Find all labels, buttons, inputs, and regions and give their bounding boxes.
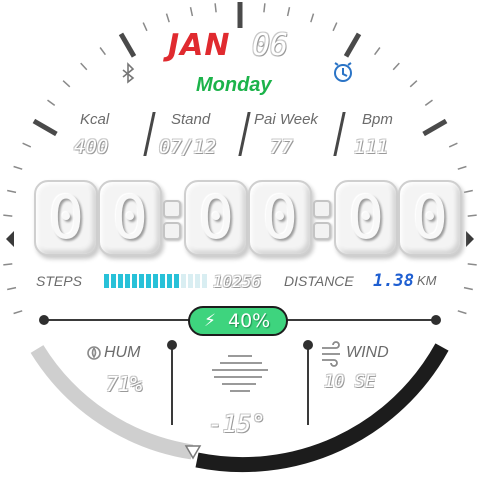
dial-minor-tick — [22, 142, 32, 148]
steps-progress-segment — [202, 274, 207, 288]
dial-minor-tick — [467, 214, 477, 217]
steps-progress-segment — [167, 274, 172, 288]
dial-major-tick — [118, 32, 137, 58]
dial-minor-tick — [13, 310, 23, 315]
left-arc-indicator — [30, 345, 194, 460]
dial-minor-tick — [3, 214, 13, 217]
dial-minor-tick — [457, 165, 467, 170]
wind-icon — [322, 341, 340, 367]
steps-progress-segment — [139, 274, 144, 288]
dial-major-tick — [422, 118, 448, 137]
wind-divider-dot — [303, 340, 313, 350]
humidity-icon — [87, 346, 101, 360]
dial-minor-tick — [286, 7, 291, 17]
lightning-icon: ⚡ — [204, 311, 216, 331]
dial-minor-tick — [424, 99, 433, 107]
humidity-value: 71% — [106, 372, 143, 396]
dial-minor-tick — [165, 13, 170, 23]
date-month: JAN — [168, 28, 231, 63]
steps-progress-segment — [174, 274, 179, 288]
dial-minor-tick — [99, 47, 107, 56]
dial-minor-tick — [310, 13, 315, 23]
time-colon-dot — [163, 200, 181, 218]
left-arrow-icon — [6, 231, 14, 247]
distance-label: DISTANCE — [284, 273, 354, 289]
stat-label-pai-week: Pai Week — [254, 111, 318, 128]
steps-progress-segment — [146, 274, 151, 288]
dial-minor-tick — [214, 3, 217, 13]
dial-minor-tick — [263, 3, 266, 13]
distance-unit: KM — [417, 273, 437, 288]
steps-progress-segment — [111, 274, 116, 288]
stat-value-bpm: 111 — [354, 136, 389, 158]
date-day: 06 — [252, 28, 289, 63]
steps-progress-segment — [118, 274, 123, 288]
steps-progress-segment — [160, 274, 165, 288]
dial-minor-tick — [457, 310, 467, 315]
temperature-value: -15° — [208, 410, 266, 438]
dial-minor-tick — [13, 165, 23, 170]
dial-minor-tick — [332, 22, 338, 32]
time-colon-dot — [313, 222, 331, 240]
time-seconds-digit-1: 0 — [334, 180, 398, 256]
dial-major-tick — [343, 32, 362, 58]
distance-value: 1.38 — [373, 271, 414, 291]
alarm-clock-icon — [334, 62, 352, 82]
dial-minor-tick — [189, 7, 194, 17]
dial-minor-tick — [463, 189, 473, 194]
dial-minor-tick — [463, 286, 473, 291]
date-weekday: Monday — [196, 74, 272, 96]
dial-minor-tick — [7, 286, 17, 291]
bottom-right-arc-indicator — [195, 343, 449, 473]
time-colon-dot — [163, 222, 181, 240]
steps-progress-segment — [181, 274, 186, 288]
humidity-label: HUM — [104, 344, 141, 361]
dial-minor-tick — [80, 62, 88, 71]
time-hours-digit-2: 0 — [98, 180, 162, 256]
dial-minor-tick — [467, 263, 477, 266]
wind-value: 10 SE — [324, 372, 376, 392]
weather-fog-icon — [212, 355, 268, 392]
steps-progress-segment — [132, 274, 137, 288]
steps-progress-segment — [125, 274, 130, 288]
time-seconds-digit-2: 0 — [398, 180, 462, 256]
hum-divider-dot — [167, 340, 177, 350]
steps-value: 10256 — [213, 272, 262, 291]
steps-progress-segment — [195, 274, 200, 288]
dial-minor-tick — [373, 47, 381, 56]
time-hours-digit-1: 0 — [34, 180, 98, 256]
dial-minor-tick — [142, 22, 148, 32]
divider-right-dot — [431, 315, 441, 325]
stat-label-bpm: Bpm — [362, 111, 393, 128]
steps-progress-segment — [104, 274, 109, 288]
stat-value-kcal: 400 — [74, 136, 109, 158]
battery-percent: 40% — [228, 310, 271, 332]
steps-progress-segment — [188, 274, 193, 288]
stat-value-pai-week: 77 — [270, 136, 293, 158]
dial-minor-tick — [409, 80, 418, 88]
dial-minor-tick — [392, 62, 400, 71]
time-minutes-digit-2: 0 — [248, 180, 312, 256]
dial-major-tick — [32, 118, 58, 137]
right-arrow-icon — [466, 231, 474, 247]
dial-minor-tick — [47, 99, 56, 107]
dial-minor-tick — [448, 142, 458, 148]
stat-label-stand: Stand — [171, 111, 211, 128]
divider-left-dot — [39, 315, 49, 325]
steps-progress-segment — [153, 274, 158, 288]
time-minutes-digit-1: 0 — [184, 180, 248, 256]
bluetooth-icon — [122, 62, 135, 84]
time-colon-dot — [313, 200, 331, 218]
dial-minor-tick — [62, 80, 71, 88]
stat-value-stand: 07/12 — [159, 136, 217, 158]
dial-minor-tick — [7, 189, 17, 194]
steps-label: STEPS — [36, 273, 82, 289]
dial-minor-tick — [3, 263, 13, 266]
wind-label: WIND — [346, 344, 389, 361]
stat-label-kcal: Kcal — [80, 111, 110, 128]
battery-pill: ⚡ 40% — [188, 306, 288, 336]
